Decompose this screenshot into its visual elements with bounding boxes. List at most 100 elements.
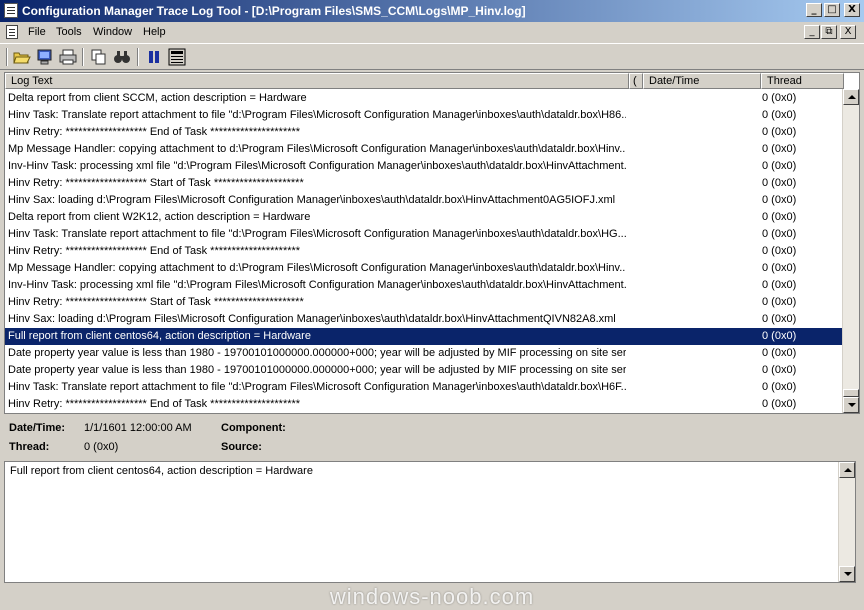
log-row[interactable]: Hinv Sax: loading d:\Program Files\Micro… [5, 311, 843, 328]
down-arrow-icon [848, 403, 856, 407]
log-row-text: Hinv Task: Translate report attachment t… [8, 228, 626, 240]
error-lookup-icon[interactable] [168, 48, 186, 66]
datetime-label: Date/Time: [9, 422, 66, 434]
log-row-text: Hinv Retry: ******************* End of T… [8, 245, 301, 257]
log-row[interactable]: Inv-Hinv Task: processing xml file "d:\P… [5, 158, 843, 175]
log-row-text: Mp Message Handler: copying attachment t… [8, 262, 626, 274]
toolbar-separator [82, 48, 84, 66]
log-row-text: Hinv Sax: loading d:\Program Files\Micro… [8, 194, 616, 206]
mdi-close-button[interactable]: X [840, 25, 856, 39]
log-row-text: Hinv Sax: loading d:\Program Files\Micro… [8, 313, 616, 325]
thread-label: Thread: [9, 441, 50, 453]
log-rows: Delta report from client SCCM, action de… [5, 90, 843, 413]
log-row-thread: 0 (0x0) [762, 109, 797, 121]
log-row-thread: 0 (0x0) [762, 398, 797, 410]
mdi-controls: _ ⧉ X [804, 25, 856, 39]
log-row[interactable]: Date property year value is less than 19… [5, 345, 843, 362]
log-row-text: Hinv Retry: ******************* End of T… [8, 398, 301, 410]
log-row-text: Hinv Retry: ******************* Start of… [8, 177, 304, 189]
scroll-down-button[interactable] [843, 397, 859, 413]
log-row-thread: 0 (0x0) [762, 364, 797, 376]
document-icon[interactable] [6, 25, 18, 39]
menu-bar: File Tools Window Help _ ⧉ X [0, 22, 864, 42]
column-header: Log Text ( Date/Time Thread [5, 73, 844, 89]
menu-tools[interactable]: Tools [56, 26, 82, 38]
log-row[interactable]: Full report from client centos64, action… [5, 328, 843, 345]
log-row[interactable]: Mp Message Handler: copying attachment t… [5, 141, 843, 158]
log-row[interactable]: Hinv Task: Translate report attachment t… [5, 107, 843, 124]
find-icon[interactable] [113, 48, 131, 66]
log-row-text: Full report from client centos64, action… [8, 330, 311, 342]
log-row[interactable]: Delta report from client W2K12, action d… [5, 209, 843, 226]
window-controls: _ □ X [806, 3, 860, 17]
log-row-text: Hinv Retry: ******************* Start of… [8, 296, 304, 308]
window-title: Configuration Manager Trace Log Tool - [… [22, 4, 526, 18]
log-row[interactable]: Hinv Retry: ******************* Start of… [5, 175, 843, 192]
toolbar-grip [6, 48, 8, 66]
minimize-button[interactable]: _ [806, 3, 822, 17]
scroll-up-button[interactable] [843, 89, 859, 105]
component-label: Component: [221, 422, 286, 434]
log-row-thread: 0 (0x0) [762, 330, 797, 342]
datetime-value: 1/1/1601 12:00:00 AM [84, 422, 192, 434]
open-folder-icon[interactable] [13, 48, 31, 66]
log-row[interactable]: Hinv Retry: ******************* End of T… [5, 124, 843, 141]
thread-value: 0 (0x0) [84, 441, 119, 453]
print-icon[interactable] [59, 48, 77, 66]
log-row-text: Delta report from client W2K12, action d… [8, 211, 311, 223]
open-remote-icon[interactable] [36, 48, 54, 66]
log-row[interactable]: Hinv Retry: ******************* End of T… [5, 396, 843, 413]
scroll-thumb[interactable] [843, 389, 859, 397]
log-row-thread: 0 (0x0) [762, 347, 797, 359]
detail-scroll-up-button[interactable] [839, 462, 855, 478]
column-log-text[interactable]: Log Text [5, 73, 629, 89]
log-row[interactable]: Mp Message Handler: copying attachment t… [5, 260, 843, 277]
log-row-text: Inv-Hinv Task: processing xml file "d:\P… [8, 160, 626, 172]
log-row[interactable]: Date property year value is less than 19… [5, 362, 843, 379]
log-row-text: Inv-Hinv Task: processing xml file "d:\P… [8, 279, 626, 291]
column-datetime[interactable]: Date/Time [643, 73, 761, 89]
log-row-thread: 0 (0x0) [762, 194, 797, 206]
log-row[interactable]: Hinv Retry: ******************* End of T… [5, 243, 843, 260]
log-row-thread: 0 (0x0) [762, 313, 797, 325]
log-row-thread: 0 (0x0) [762, 262, 797, 274]
pause-icon[interactable] [145, 48, 163, 66]
mdi-restore-button[interactable]: ⧉ [821, 25, 837, 39]
watermark: windows-noob.com [329, 584, 535, 609]
down-arrow-icon [844, 572, 852, 576]
log-row[interactable]: Hinv Retry: ******************* Start of… [5, 294, 843, 311]
log-row-text: Delta report from client SCCM, action de… [8, 92, 307, 104]
log-row[interactable]: Hinv Task: Translate report attachment t… [5, 226, 843, 243]
detail-vertical-scrollbar[interactable] [838, 462, 855, 582]
maximize-button[interactable]: □ [824, 3, 840, 17]
log-row-text: Mp Message Handler: copying attachment t… [8, 143, 626, 155]
message-detail-box[interactable]: Full report from client centos64, action… [4, 461, 856, 583]
copy-icon[interactable] [90, 48, 108, 66]
log-row[interactable]: Hinv Task: Translate report attachment t… [5, 379, 843, 396]
log-row-thread: 0 (0x0) [762, 228, 797, 240]
up-arrow-icon [844, 468, 852, 472]
app-log-icon[interactable] [4, 3, 18, 18]
log-row-text: Hinv Task: Translate report attachment t… [8, 109, 626, 121]
log-row-text: Date property year value is less than 19… [8, 347, 626, 359]
menu-window[interactable]: Window [93, 26, 132, 38]
mdi-minimize-button[interactable]: _ [804, 25, 820, 39]
close-button[interactable]: X [844, 3, 860, 17]
log-row[interactable]: Hinv Sax: loading d:\Program Files\Micro… [5, 192, 843, 209]
log-row-text: Hinv Task: Translate report attachment t… [8, 381, 626, 393]
toolbar [0, 43, 864, 70]
log-row-text: Date property year value is less than 19… [8, 364, 626, 376]
column-separator-marker[interactable]: ( [629, 73, 643, 89]
source-label: Source: [221, 441, 262, 453]
entry-info-panel: Date/Time: 1/1/1601 12:00:00 AM Componen… [0, 416, 864, 460]
column-thread[interactable]: Thread [761, 73, 844, 89]
detail-scroll-down-button[interactable] [839, 566, 855, 582]
log-row[interactable]: Inv-Hinv Task: processing xml file "d:\P… [5, 277, 843, 294]
log-row[interactable]: Delta report from client SCCM, action de… [5, 90, 843, 107]
log-row-thread: 0 (0x0) [762, 245, 797, 257]
log-row-thread: 0 (0x0) [762, 160, 797, 172]
menu-help[interactable]: Help [143, 26, 166, 38]
menu-file[interactable]: File [28, 26, 46, 38]
log-vertical-scrollbar[interactable] [842, 89, 859, 413]
log-row-thread: 0 (0x0) [762, 296, 797, 308]
